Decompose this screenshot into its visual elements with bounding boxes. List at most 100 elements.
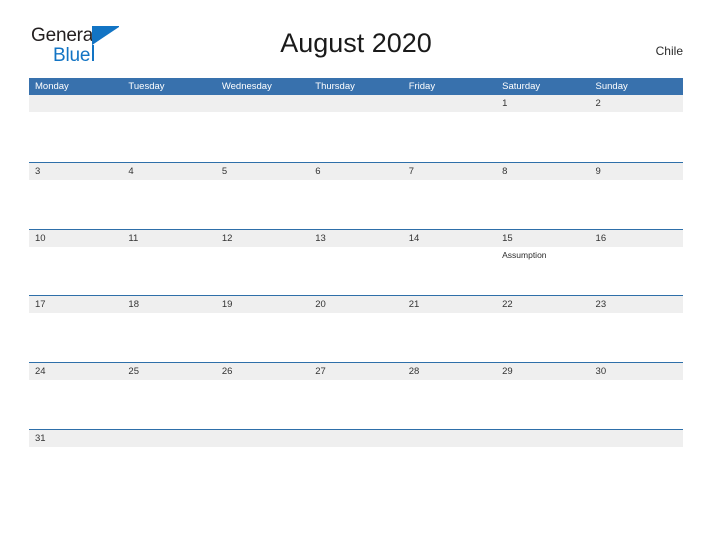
day-number[interactable]: 7 — [403, 163, 496, 180]
calendar-page: General Blue August 2020 Chile Monday Tu… — [0, 0, 712, 550]
day-number[interactable] — [122, 95, 215, 112]
day-event — [29, 112, 122, 160]
day-event-band: Assumption — [29, 247, 683, 295]
day-number[interactable]: 12 — [216, 230, 309, 247]
day-number-band: 24 25 26 27 28 29 30 — [29, 363, 683, 381]
day-number[interactable]: 9 — [590, 163, 683, 180]
day-event — [590, 112, 683, 160]
day-number[interactable] — [216, 95, 309, 112]
day-number[interactable]: 5 — [216, 163, 309, 180]
country-label: Chile — [655, 44, 683, 58]
day-event-assumption: Assumption — [502, 249, 547, 260]
day-event-band — [29, 380, 683, 428]
day-number-band: 3 4 5 6 7 8 9 — [29, 162, 683, 180]
day-event — [122, 380, 215, 428]
day-event — [496, 313, 589, 361]
weekday-header-monday: Monday — [35, 81, 69, 92]
day-number[interactable] — [309, 430, 402, 447]
day-number[interactable]: 16 — [590, 230, 683, 247]
day-number[interactable] — [590, 430, 683, 447]
day-number[interactable]: 8 — [496, 163, 589, 180]
day-number-band: 17 18 19 20 21 22 23 — [29, 296, 683, 314]
day-number[interactable] — [309, 95, 402, 112]
day-event — [590, 313, 683, 361]
day-event — [216, 380, 309, 428]
day-number[interactable] — [216, 430, 309, 447]
week-row: 31 — [29, 428, 683, 450]
day-event — [309, 313, 402, 361]
calendar-grid: Monday Tuesday Wednesday Thursday Friday… — [29, 78, 683, 450]
day-number[interactable]: 17 — [29, 296, 122, 313]
weekday-header-saturday: Saturday — [502, 81, 541, 92]
day-event-band — [29, 180, 683, 228]
day-event — [590, 247, 683, 295]
day-number[interactable]: 14 — [403, 230, 496, 247]
weekday-header-row: Monday Tuesday Wednesday Thursday Friday… — [29, 78, 683, 95]
day-event — [403, 313, 496, 361]
weekday-header-sunday: Sunday — [595, 81, 628, 92]
day-event — [309, 247, 402, 295]
day-number-band: 10 11 12 13 14 15 16 — [29, 229, 683, 247]
page-header: General Blue August 2020 Chile — [29, 22, 683, 72]
day-event — [29, 380, 122, 428]
weekday-header-tuesday: Tuesday — [128, 81, 165, 92]
day-number[interactable]: 13 — [309, 230, 402, 247]
day-number[interactable]: 28 — [403, 363, 496, 380]
weekday-header-thursday: Thursday — [315, 81, 355, 92]
day-number[interactable]: 26 — [216, 363, 309, 380]
day-number[interactable]: 6 — [309, 163, 402, 180]
week-row: 3 4 5 6 7 8 9 — [29, 161, 683, 229]
day-number[interactable]: 10 — [29, 230, 122, 247]
day-event — [590, 380, 683, 428]
day-number[interactable]: 31 — [29, 430, 122, 447]
day-event — [122, 180, 215, 228]
day-number-band: 31 — [29, 429, 683, 447]
day-number[interactable]: 21 — [403, 296, 496, 313]
day-number[interactable] — [122, 430, 215, 447]
day-event — [403, 380, 496, 428]
day-event-band — [29, 313, 683, 361]
day-event — [403, 180, 496, 228]
week-row: 10 11 12 13 14 15 16 Assumption — [29, 228, 683, 296]
day-number[interactable] — [403, 95, 496, 112]
day-number[interactable]: 29 — [496, 363, 589, 380]
day-event — [216, 180, 309, 228]
weekday-header-wednesday: Wednesday — [221, 81, 272, 92]
day-number[interactable]: 30 — [590, 363, 683, 380]
day-number-band: 1 2 — [29, 95, 683, 112]
day-number[interactable]: 1 — [496, 95, 589, 112]
day-event — [309, 112, 402, 160]
day-event — [403, 112, 496, 160]
day-number[interactable]: 11 — [122, 230, 215, 247]
weekday-header-friday: Friday — [408, 81, 436, 92]
day-event — [216, 247, 309, 295]
day-number[interactable] — [403, 430, 496, 447]
day-number[interactable]: 3 — [29, 163, 122, 180]
day-number[interactable]: 18 — [122, 296, 215, 313]
day-event — [216, 112, 309, 160]
day-event — [496, 112, 589, 160]
day-number[interactable]: 15 — [496, 230, 589, 247]
day-number[interactable]: 23 — [590, 296, 683, 313]
day-number[interactable]: 20 — [309, 296, 402, 313]
day-event — [29, 313, 122, 361]
day-event — [122, 313, 215, 361]
day-event — [309, 180, 402, 228]
day-number[interactable]: 25 — [122, 363, 215, 380]
day-event-band — [29, 112, 683, 160]
day-number[interactable]: 22 — [496, 296, 589, 313]
day-number[interactable] — [496, 430, 589, 447]
day-event — [496, 180, 589, 228]
day-number[interactable]: 27 — [309, 363, 402, 380]
day-number[interactable]: 19 — [216, 296, 309, 313]
day-event — [496, 380, 589, 428]
day-event — [29, 247, 122, 295]
day-event — [590, 180, 683, 228]
day-event — [122, 112, 215, 160]
week-row: 24 25 26 27 28 29 30 — [29, 362, 683, 429]
day-number[interactable] — [29, 95, 122, 112]
page-title: August 2020 — [280, 28, 432, 58]
day-number[interactable]: 24 — [29, 363, 122, 380]
day-number[interactable]: 4 — [122, 163, 215, 180]
day-number[interactable]: 2 — [590, 95, 683, 112]
